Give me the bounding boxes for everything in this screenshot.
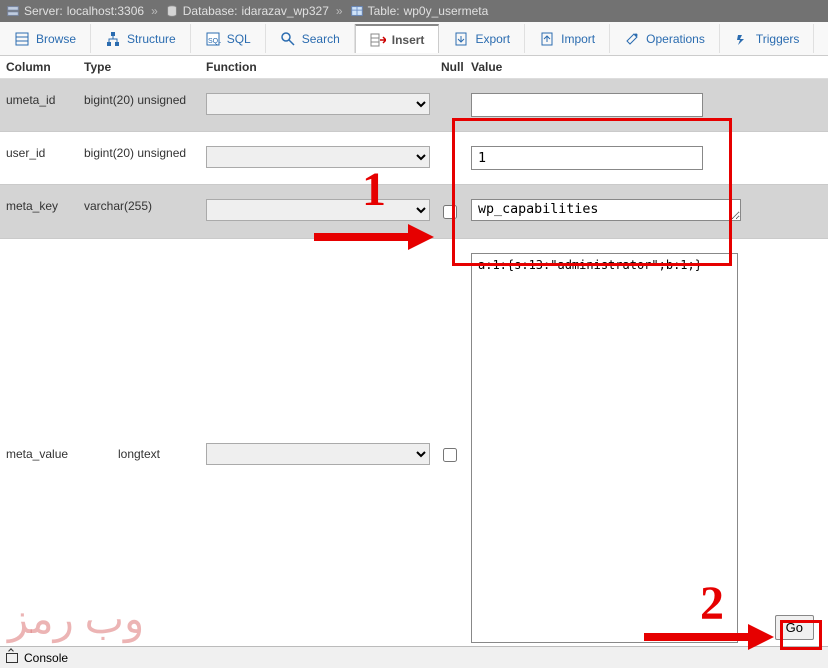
tab-sql[interactable]: SQL SQL	[191, 24, 266, 53]
database-icon	[165, 4, 179, 18]
tab-browse[interactable]: Browse	[0, 24, 91, 53]
toolbar: Browse Structure SQL SQL Search Insert E…	[0, 22, 828, 56]
search-icon	[280, 31, 296, 47]
operations-icon	[624, 31, 640, 47]
export-icon	[453, 31, 469, 47]
value-textarea-meta-value[interactable]: a:1:{s:13:"administrator";b:1;}	[471, 253, 738, 643]
structure-icon	[105, 31, 121, 47]
breadcrumb: Server: localhost:3306 » Database: idara…	[0, 0, 828, 22]
tab-insert[interactable]: Insert	[355, 24, 440, 53]
value-input-user-id[interactable]	[471, 146, 703, 170]
tab-search[interactable]: Search	[266, 24, 355, 53]
header-column: Column	[0, 56, 78, 78]
server-icon	[6, 4, 20, 18]
breadcrumb-server-value[interactable]: localhost:3306	[67, 4, 144, 18]
tab-import[interactable]: Import	[525, 24, 610, 53]
tab-triggers[interactable]: Triggers	[720, 24, 815, 53]
tab-label: Triggers	[756, 32, 800, 46]
field-type: longtext	[78, 443, 200, 465]
null-checkbox-meta-value[interactable]	[443, 448, 457, 462]
import-icon	[539, 31, 555, 47]
field-name: meta_value	[0, 443, 78, 465]
tab-label: SQL	[227, 32, 251, 46]
console-bar[interactable]: Console	[0, 646, 828, 668]
tab-label: Browse	[36, 32, 76, 46]
field-type: bigint(20) unsigned	[78, 89, 200, 111]
table-row-user-id: user_id bigint(20) unsigned	[0, 132, 828, 185]
insert-icon	[370, 32, 386, 48]
table-row-umeta-id: umeta_id bigint(20) unsigned	[0, 79, 828, 132]
function-select-umeta-id[interactable]	[206, 93, 430, 115]
breadcrumb-db-label: Database:	[183, 4, 238, 18]
breadcrumb-table-value[interactable]: wp0y_usermeta	[404, 4, 489, 18]
go-button[interactable]: Go	[775, 615, 814, 640]
field-name: meta_key	[0, 195, 78, 217]
tab-structure[interactable]: Structure	[91, 24, 191, 53]
field-type: varchar(255)	[78, 195, 200, 217]
field-type: bigint(20) unsigned	[78, 142, 200, 164]
header-function: Function	[200, 56, 435, 78]
null-checkbox-meta-key[interactable]	[443, 205, 457, 219]
tab-label: Insert	[392, 33, 425, 47]
breadcrumb-db-value[interactable]: idarazav_wp327	[241, 4, 328, 18]
tab-operations[interactable]: Operations	[610, 24, 720, 53]
tab-label: Structure	[127, 32, 176, 46]
table-row-meta-value: meta_value longtext a:1:{s:13:"administr…	[0, 239, 828, 659]
field-name: umeta_id	[0, 89, 78, 111]
header-type: Type	[78, 56, 200, 78]
tab-label: Operations	[646, 32, 705, 46]
tab-label: Import	[561, 32, 595, 46]
console-label: Console	[24, 651, 68, 665]
value-input-umeta-id[interactable]	[471, 93, 703, 117]
breadcrumb-table-label: Table:	[368, 4, 400, 18]
function-select-user-id[interactable]	[206, 146, 430, 168]
console-icon	[6, 653, 18, 663]
tab-export[interactable]: Export	[439, 24, 525, 53]
header-value: Value	[465, 56, 828, 78]
svg-text:SQL: SQL	[208, 38, 221, 45]
breadcrumb-separator: »	[336, 4, 343, 18]
tab-label: Export	[475, 32, 510, 46]
table-row-meta-key: meta_key varchar(255) wp_capabilities	[0, 185, 828, 239]
field-name: user_id	[0, 142, 78, 164]
breadcrumb-server-label: Server:	[24, 4, 63, 18]
breadcrumb-separator: »	[151, 4, 158, 18]
triggers-icon	[734, 31, 750, 47]
function-select-meta-key[interactable]	[206, 199, 430, 221]
header-null: Null	[435, 56, 465, 78]
sql-icon: SQL	[205, 31, 221, 47]
insert-form: umeta_id bigint(20) unsigned user_id big…	[0, 79, 828, 659]
tab-label: Search	[302, 32, 340, 46]
table-icon	[350, 4, 364, 18]
value-input-meta-key[interactable]: wp_capabilities	[471, 199, 741, 221]
browse-icon	[14, 31, 30, 47]
column-headers: Column Type Function Null Value	[0, 56, 828, 79]
function-select-meta-value[interactable]	[206, 443, 430, 465]
